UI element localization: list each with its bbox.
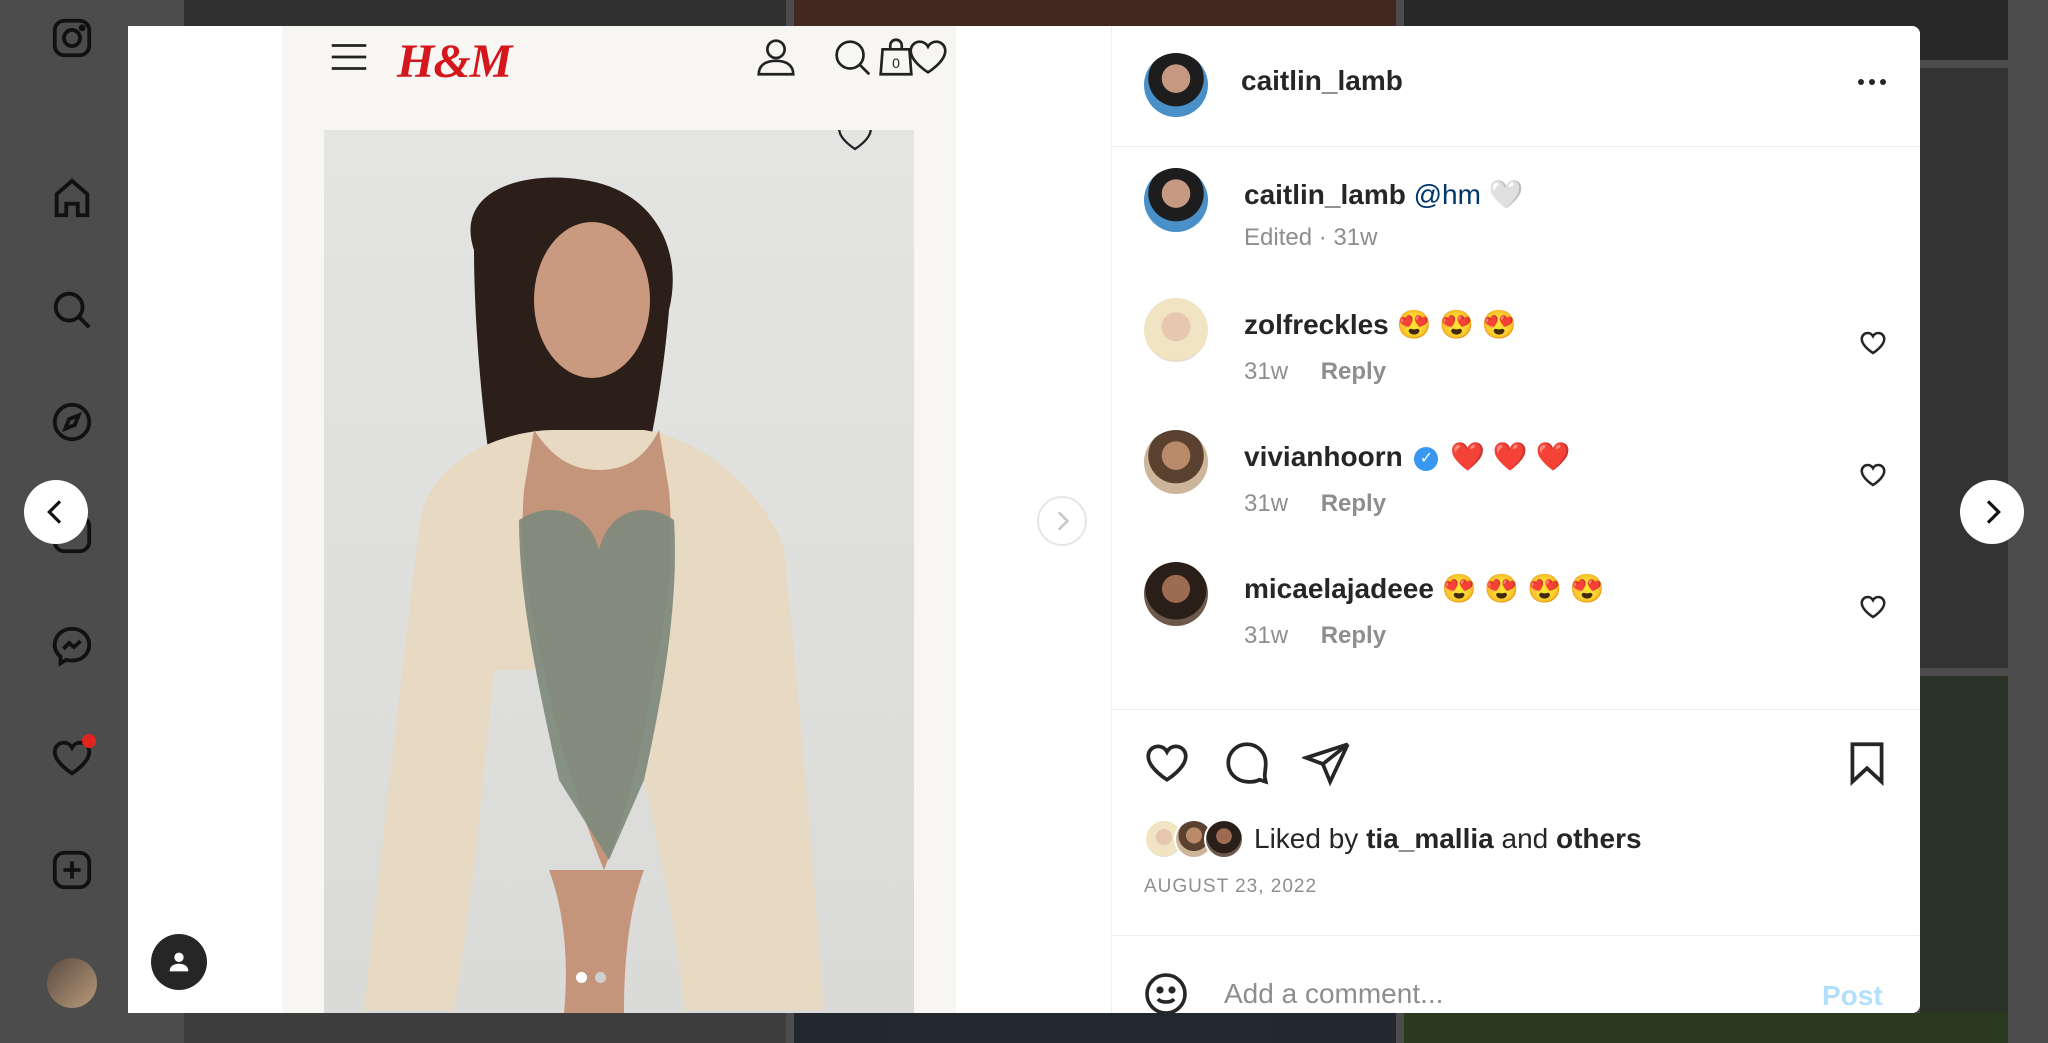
like-heart-icon[interactable] [1142, 738, 1192, 788]
share-paper-plane-icon[interactable] [1302, 738, 1352, 788]
commenter-avatar[interactable] [1144, 298, 1208, 362]
comment-like-heart-icon[interactable] [1858, 328, 1888, 358]
save-bookmark-icon[interactable] [1842, 738, 1892, 788]
comment-input[interactable] [1224, 970, 1784, 1013]
owner-avatar[interactable] [1144, 168, 1208, 232]
owner-username[interactable]: caitlin_lamb [1241, 65, 1403, 97]
commenter-avatar[interactable] [1144, 562, 1208, 626]
search-icon[interactable] [46, 284, 98, 336]
wishlist-heart-icon [838, 130, 872, 151]
account-icon [757, 39, 795, 76]
post-header: caitlin_lamb [1112, 26, 1920, 147]
chevron-left-icon [47, 500, 62, 524]
mention-link[interactable]: @hm [1414, 179, 1481, 210]
next-post-button[interactable] [1960, 480, 2024, 544]
comment-like-heart-icon[interactable] [1858, 460, 1888, 490]
hm-header: H&M 0 [282, 26, 956, 126]
home-icon[interactable] [46, 172, 98, 224]
carousel-next-button[interactable] [1037, 496, 1087, 546]
caption-emoji: 🤍 [1488, 179, 1524, 210]
caption: caitlin_lamb @hm 🤍 Edited · 31w [1112, 168, 1920, 288]
comment-text: vivianhoorn ✓ ❤️ ❤️ ❤️ [1244, 440, 1570, 473]
carousel-dot [595, 972, 606, 983]
chevron-right-icon [1986, 500, 2001, 524]
post-date[interactable]: AUGUST 23, 2022 [1144, 876, 1317, 898]
comment-text: zolfreckles 😍 😍 😍 [1244, 308, 1517, 341]
comment-emojis: ❤️ ❤️ ❤️ [1450, 441, 1571, 472]
comment-time: 31w [1244, 490, 1289, 517]
create-icon[interactable] [46, 844, 98, 896]
product-photo [324, 130, 914, 1013]
commenter-username[interactable]: micaelajadeee [1244, 573, 1434, 604]
more-dot [1869, 79, 1875, 85]
emoji-picker-icon[interactable] [1142, 970, 1190, 1013]
caption-username[interactable]: caitlin_lamb [1244, 179, 1406, 210]
comment-meta: 31w Reply [1244, 622, 1386, 650]
comments-list[interactable]: caitlin_lamb @hm 🤍 Edited · 31w zolfreck… [1112, 148, 1920, 708]
reply-button[interactable]: Reply [1321, 358, 1386, 385]
caption-text: caitlin_lamb @hm 🤍 [1244, 178, 1524, 211]
post-media: H&M 0 [128, 26, 1111, 1013]
comment-meta: 31w Reply [1244, 358, 1386, 386]
liker-avatar[interactable] [1204, 819, 1244, 859]
chevron-right-icon [1057, 511, 1070, 531]
comment-emojis: 😍 😍 😍 [1396, 309, 1517, 340]
post-comment-button[interactable]: Post [1822, 980, 1883, 1012]
bag-icon: 0 [873, 34, 919, 80]
instagram-icon[interactable] [46, 12, 98, 64]
post-modal: H&M 0 caitlin_lamb caitlin_lamb @hm 🤍 Ed… [128, 26, 1920, 1013]
post-details-panel: caitlin_lamb caitlin_lamb @hm 🤍 Edited ·… [1111, 26, 1920, 1013]
search-icon [835, 40, 871, 76]
user-tag-icon [169, 952, 189, 972]
comment-text: micaelajadeee 😍 😍 😍 😍 [1244, 572, 1605, 605]
profile-avatar[interactable] [47, 958, 97, 1008]
add-comment-bar: Post [1112, 935, 1920, 1013]
post-actions: Liked by tia_mallia and others AUGUST 23… [1112, 709, 1920, 935]
more-dot [1880, 79, 1886, 85]
comment-item: vivianhoorn ✓ ❤️ ❤️ ❤️ 31w Reply [1112, 430, 1920, 550]
comment-bubble-icon[interactable] [1222, 738, 1272, 788]
more-dot [1858, 79, 1864, 85]
comment-like-heart-icon[interactable] [1858, 592, 1888, 622]
tagged-users-button[interactable] [151, 934, 207, 990]
liked-by-text: Liked by tia_mallia and others [1254, 823, 1642, 855]
reply-button[interactable]: Reply [1321, 490, 1386, 517]
hm-logo: H&M [397, 35, 512, 88]
model-figure [364, 177, 824, 1013]
reply-button[interactable]: Reply [1321, 622, 1386, 649]
comment-time: 31w [1244, 358, 1289, 385]
menu-icon [331, 44, 367, 70]
liked-by: Liked by tia_mallia and others [1144, 817, 1642, 861]
more-options-button[interactable] [1847, 64, 1897, 100]
commenter-username[interactable]: vivianhoorn [1244, 441, 1403, 472]
likes-others-link[interactable]: others [1556, 823, 1642, 854]
verified-badge-icon: ✓ [1414, 446, 1439, 471]
owner-avatar[interactable] [1144, 53, 1208, 117]
bag-count: 0 [892, 55, 900, 71]
messenger-icon[interactable] [46, 620, 98, 672]
previous-post-button[interactable] [24, 480, 88, 544]
liked-by-conj: and [1501, 823, 1549, 854]
notifications-heart-icon[interactable] [46, 732, 98, 784]
comment-time: 31w [1244, 622, 1289, 649]
comment-emojis: 😍 😍 😍 😍 [1441, 573, 1605, 604]
notification-dot [82, 734, 96, 748]
carousel-dot [576, 972, 587, 983]
explore-icon[interactable] [46, 396, 98, 448]
liker-username[interactable]: tia_mallia [1366, 823, 1494, 854]
commenter-avatar[interactable] [1144, 430, 1208, 494]
carousel-indicator [576, 972, 606, 983]
comment-item: zolfreckles 😍 😍 😍 31w Reply [1112, 298, 1920, 418]
commenter-username[interactable]: zolfreckles [1244, 309, 1389, 340]
comment-meta: 31w Reply [1244, 490, 1386, 518]
caption-meta: Edited · 31w [1244, 224, 1378, 251]
comment-item: micaelajadeee 😍 😍 😍 😍 31w Reply [1112, 562, 1920, 682]
hm-screenshot-image: H&M 0 [282, 26, 956, 1013]
liked-by-prefix: Liked by [1254, 823, 1359, 854]
